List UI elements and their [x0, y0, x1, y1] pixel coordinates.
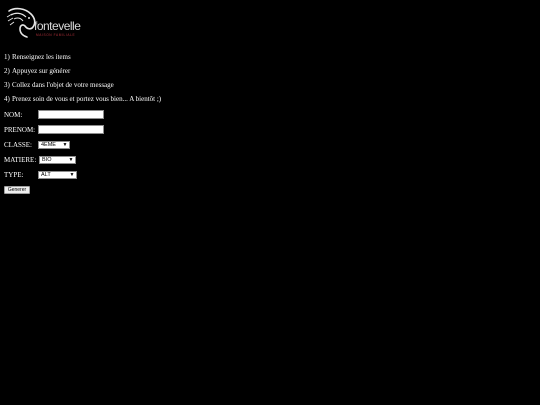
chevron-down-icon: ▼ — [68, 157, 74, 163]
logo-wordmark: fontevelle — [34, 19, 81, 33]
generer-button[interactable]: Generer — [4, 186, 30, 194]
instruction-step-4: 4) Prenez soin de vous et portez vous bie… — [4, 95, 162, 103]
classe-selected-value: 4EME — [41, 142, 56, 148]
classe-label: CLASSE: — [4, 141, 33, 149]
logo-tagline: MAISON FAMILIALE — [36, 33, 76, 37]
nom-input[interactable] — [38, 110, 104, 119]
prenom-label: PRENOM: — [4, 126, 36, 134]
type-select[interactable]: ALT ▼ — [38, 171, 77, 179]
matiere-label: MATIERE: — [4, 156, 37, 164]
chevron-down-icon: ▼ — [62, 142, 68, 148]
type-label: TYPE: — [4, 171, 24, 179]
chevron-down-icon: ▼ — [69, 172, 75, 178]
instruction-step-3: 3) Collez dans l'objet de votre message — [4, 81, 114, 89]
matiere-select[interactable]: BIO ▼ — [39, 156, 76, 164]
fontevelle-logo: fontevelle MAISON FAMILIALE — [5, 5, 85, 41]
instruction-step-2: 2) Appuyez sur générer — [4, 67, 71, 75]
instruction-step-1: 1) Renseignez les items — [4, 53, 71, 61]
prenom-input[interactable] — [38, 125, 104, 134]
type-selected-value: ALT — [41, 172, 51, 178]
matiere-selected-value: BIO — [42, 157, 52, 163]
classe-select[interactable]: 4EME ▼ — [38, 141, 70, 149]
nom-label: NOM: — [4, 111, 23, 119]
